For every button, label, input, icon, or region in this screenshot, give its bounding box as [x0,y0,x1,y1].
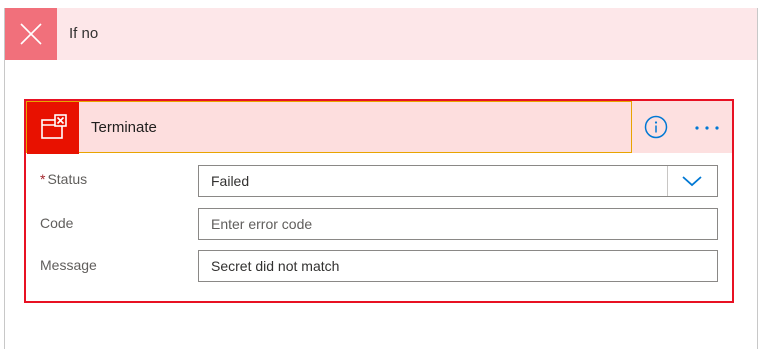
status-label: * Status [40,171,87,187]
action-title-box[interactable]: Terminate [26,101,632,154]
status-value: Failed [211,173,250,189]
chevron-down-icon[interactable] [667,166,717,196]
terminate-icon [27,102,79,154]
status-dropdown[interactable]: Failed [198,165,718,197]
terminate-action-card: Terminate * Status Failed Code Enter err… [24,99,734,303]
branch-title: If no [69,25,99,42]
code-label: Code [40,215,74,231]
code-input[interactable] [199,209,717,239]
info-icon[interactable] [644,115,668,139]
action-header[interactable]: Terminate [26,101,732,154]
code-field[interactable] [198,208,718,240]
message-value[interactable]: Secret did not match [211,251,339,281]
status-label-text: Status [47,171,88,187]
message-field[interactable]: Secret did not match [198,250,718,282]
required-marker: * [40,171,46,187]
action-title: Terminate [91,119,157,136]
close-icon [5,8,57,60]
more-options-icon[interactable] [692,115,722,139]
branch-header[interactable]: If no [5,8,757,60]
message-label: Message [40,257,97,273]
